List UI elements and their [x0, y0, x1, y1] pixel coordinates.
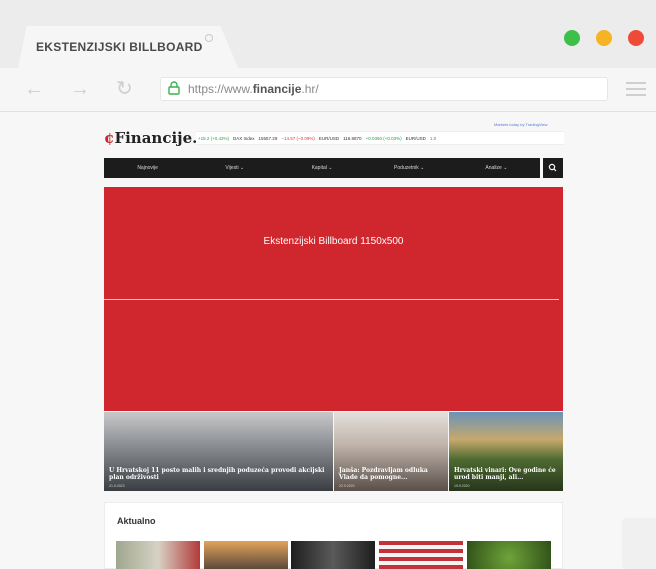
tab-close-icon[interactable]	[205, 34, 213, 42]
reload-icon[interactable]: ↻	[116, 79, 133, 99]
lock-icon	[168, 81, 180, 95]
billboard-fold-line	[104, 299, 559, 300]
ticker-item: EUR/USD	[318, 135, 340, 141]
ticker-item: −14.57 (−0.09%)	[281, 135, 315, 141]
browser-window: EKSTENZIJSKI BILLBOARD ← → ↻ https://www…	[0, 0, 656, 569]
article-thumbnail[interactable]	[467, 541, 551, 569]
news-tile-date: 21.9.2023	[109, 484, 125, 488]
ticker-item: +0.0360 (+0.03%)	[365, 135, 402, 141]
maximize-dot-icon[interactable]	[564, 30, 580, 46]
news-tile-date: 22.9.2020	[339, 484, 355, 488]
ticker-item: 1.0	[429, 135, 437, 141]
news-tile-title: U Hrvatskoj 11 posto malih i srednjih po…	[109, 467, 325, 481]
url-text: https://www.financije.hr/	[188, 82, 319, 96]
news-tile[interactable]: Janša: Pozdravljam odluka Vlade da pomog…	[334, 412, 448, 491]
market-ticker: +18.2 (+0.42%) DAX Index 15557.29 −14.57…	[196, 131, 564, 145]
news-tile-title: Janša: Pozdravljam odluka Vlade da pomog…	[339, 467, 428, 481]
nav-item-vijesti[interactable]: Vijesti ⌄	[191, 158, 278, 178]
article-thumbnail[interactable]	[116, 541, 200, 569]
article-thumbnail[interactable]	[379, 541, 463, 569]
article-thumbnail[interactable]	[291, 541, 375, 569]
hamburger-menu-icon[interactable]	[626, 82, 646, 96]
minimize-dot-icon[interactable]	[596, 30, 612, 46]
news-tile-title: Hrvatski vinari: Ove godine će urod biti…	[454, 467, 556, 481]
news-tile-date: 19.9.2020	[454, 484, 470, 488]
side-card	[622, 518, 656, 569]
nav-item-najnovije[interactable]: Najnovije	[104, 158, 191, 178]
search-button[interactable]	[543, 158, 563, 178]
search-icon	[548, 163, 557, 172]
news-tile[interactable]: U Hrvatskoj 11 posto malih i srednjih po…	[104, 412, 333, 491]
nav-item-poduzetnik[interactable]: Poduzetnik ⌄	[366, 158, 453, 178]
ticker-item: EUR/USD	[405, 135, 426, 141]
ticker-item: DAX Index	[233, 135, 255, 141]
billboard-label: Ekstenzijski Billboard 1150x500	[263, 236, 404, 247]
tab-title: EKSTENZIJSKI BILLBOARD	[36, 40, 203, 54]
back-arrow-icon[interactable]: ←	[24, 79, 44, 99]
url-suffix: .hr/	[301, 82, 319, 96]
ticker-item: 116.9870	[343, 135, 362, 141]
forward-arrow-icon[interactable]: →	[70, 79, 90, 99]
main-nav: Najnovije Vijesti ⌄ Kapital ⌄ Poduzetnik…	[104, 158, 540, 178]
close-dot-icon[interactable]	[628, 30, 644, 46]
logo-mark-icon: ¢	[104, 129, 115, 147]
nav-item-kapital[interactable]: Kapital ⌄	[278, 158, 365, 178]
section-title: Aktualno	[117, 516, 156, 526]
news-tile[interactable]: Hrvatski vinari: Ove godine će urod biti…	[449, 412, 563, 491]
ticker-item: 15557.29	[258, 135, 278, 141]
url-prefix: https://www.	[188, 82, 253, 96]
article-thumbnail[interactable]	[204, 541, 288, 569]
nav-item-analize[interactable]: Analize ⌄	[453, 158, 540, 178]
url-domain: financije	[252, 82, 302, 96]
markets-label[interactable]: Markets today by TradingView	[494, 122, 548, 127]
ticker-item: +18.2 (+0.42%)	[198, 135, 230, 141]
